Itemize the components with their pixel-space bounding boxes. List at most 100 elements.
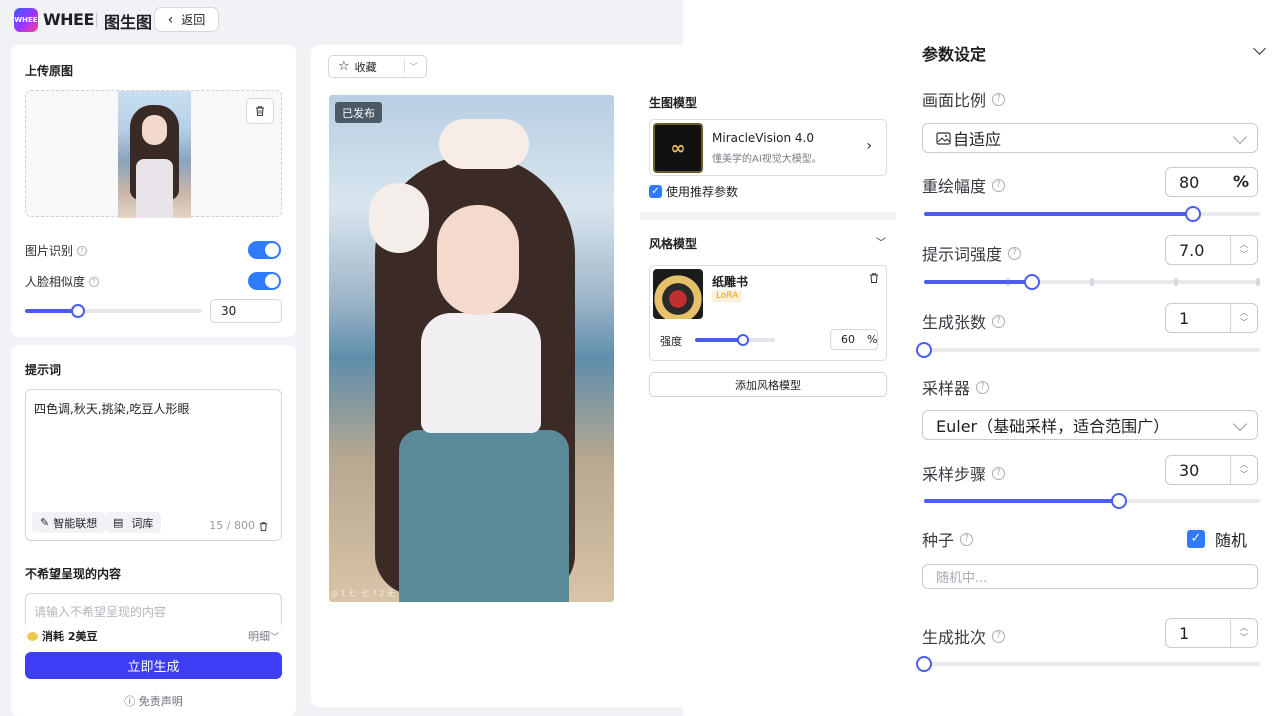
batch-row: 生成批次 ? — [922, 624, 1006, 648]
published-badge: 已发布 — [335, 102, 382, 123]
face-similarity-slider[interactable] — [25, 304, 202, 318]
upload-dropzone[interactable] — [25, 90, 282, 218]
cost-detail-dropdown[interactable]: 明细﹀ — [248, 628, 279, 644]
stepper-arrows-icon[interactable]: ︿ ﹀ — [1230, 236, 1257, 264]
sampler-select[interactable]: Euler（基础采样，适合范围广） — [922, 410, 1258, 440]
chevron-down-icon[interactable]: ﹀ — [403, 60, 418, 73]
prompt-strength-label: 提示词强度 — [922, 245, 1003, 264]
help-icon[interactable]: ? — [992, 314, 1006, 328]
bean-icon — [27, 631, 38, 641]
count-input[interactable]: 1 ︿ ﹀ — [1165, 303, 1258, 333]
info-icon: ⓘ — [124, 695, 136, 708]
prompt-strength-row: 提示词强度 ? — [922, 241, 1022, 265]
steps-value: 30 — [1179, 460, 1200, 480]
result-image[interactable]: 已发布 ◎ 1 七 ·七 7 2 无 — [329, 95, 614, 602]
prompt-strength-value: 7.0 — [1179, 240, 1205, 260]
help-icon[interactable]: ? — [992, 629, 1006, 643]
prompt-textarea[interactable]: 四色调,秋天,挑染,吃豆人形眼 ✎ 智能联想 ▤ 词库 15 / 800 — [25, 389, 282, 541]
slider-fill — [924, 280, 1032, 284]
image-recognition-toggle[interactable] — [248, 241, 281, 259]
seed-random-checkbox[interactable]: ✓ 随机 — [1187, 527, 1247, 551]
favorite-button[interactable]: ☆ 收藏 ﹀ — [328, 55, 427, 78]
use-recommended-checkbox[interactable]: ✓ 使用推荐参数 — [649, 183, 738, 200]
help-icon[interactable]: ? — [992, 92, 1006, 106]
aspect-ratio-row: 画面比例 ? — [922, 87, 1006, 111]
cost-label: 消耗 2美豆 — [42, 630, 98, 643]
thumb-dress — [136, 159, 173, 218]
wand-icon: ✎ — [40, 516, 50, 529]
steps-slider[interactable] — [924, 493, 1260, 509]
seed-random-label: 随机 — [1215, 531, 1248, 550]
slider-fill — [924, 499, 1119, 503]
style-model-title: 风格模型 — [649, 237, 698, 251]
strength-label: 强度 — [660, 335, 682, 348]
help-icon[interactable]: ? — [960, 532, 974, 546]
strength-input[interactable]: 60 % — [830, 329, 878, 350]
top-bar: WHEE WHEE 图生图 ‹ 返回 — [0, 0, 683, 40]
help-icon[interactable]: ? — [992, 178, 1006, 192]
help-icon[interactable]: ? — [976, 380, 990, 394]
aspect-ratio-select[interactable]: 自适应 — [922, 123, 1258, 153]
batch-slider[interactable] — [916, 656, 1260, 672]
slider-knob[interactable] — [71, 304, 86, 318]
generate-button[interactable]: 立即生成 — [25, 652, 282, 679]
logo[interactable]: WHEE — [14, 8, 38, 32]
steps-input[interactable]: 30 ︿ ﹀ — [1165, 455, 1258, 485]
face-similarity-input[interactable]: 30 — [210, 299, 282, 323]
trash-icon[interactable] — [868, 272, 880, 284]
help-icon[interactable]: ? — [89, 276, 100, 287]
disclaimer-link[interactable]: ⓘ 免责声明 — [11, 693, 296, 709]
star-icon: ☆ — [338, 59, 350, 74]
strength-unit: % — [867, 333, 878, 346]
style-model-card[interactable]: 纸雕书 LoRA 强度 60 % — [649, 265, 887, 361]
book-icon: ▤ — [113, 516, 124, 529]
divider — [640, 212, 896, 220]
smart-suggest-button[interactable]: ✎ 智能联想 — [32, 512, 106, 533]
model-selector[interactable]: ∞ MiracleVision 4.0 懂美学的AI视觉大模型。 › — [649, 119, 887, 176]
back-button[interactable]: ‹ 返回 — [154, 7, 219, 32]
trash-icon — [256, 106, 264, 116]
seed-input[interactable]: 随机中... — [922, 564, 1258, 589]
slider-fill — [924, 212, 1193, 216]
delete-image-button[interactable] — [246, 98, 274, 124]
prompt-strength-input[interactable]: 7.0 ︿ ﹀ — [1165, 235, 1258, 265]
slider-knob[interactable] — [1023, 274, 1040, 290]
trash-icon[interactable] — [258, 521, 269, 532]
strength-slider[interactable] — [695, 334, 775, 346]
slider-knob[interactable] — [1184, 206, 1201, 222]
chevron-down-icon[interactable] — [1253, 42, 1266, 55]
batch-input[interactable]: 1 ︿ ﹀ — [1165, 618, 1258, 648]
slider-knob[interactable] — [1110, 493, 1127, 509]
app-area: WHEE WHEE 图生图 ‹ 返回 上传原图 图片识别 ? 人脸相似度 ? 3… — [0, 0, 683, 716]
help-icon[interactable]: ? — [77, 245, 88, 256]
chevron-down-icon: ﹀ — [270, 633, 280, 643]
stepper-arrows-icon[interactable]: ︿ ﹀ — [1230, 619, 1257, 647]
help-icon[interactable]: ? — [992, 466, 1006, 480]
batch-value: 1 — [1179, 623, 1190, 643]
prompt-strength-slider[interactable] — [924, 274, 1260, 290]
image-icon — [936, 131, 951, 145]
chevron-down-icon[interactable]: ﹀ — [876, 234, 886, 249]
slider-knob[interactable] — [737, 334, 749, 346]
ri-blouse — [421, 313, 541, 433]
redraw-input[interactable]: 80 % — [1165, 167, 1258, 197]
help-icon[interactable]: ? — [1008, 246, 1022, 260]
negative-prompt-input[interactable]: 请输入不希望呈现的内容 — [25, 593, 282, 625]
tick-mark — [1174, 278, 1178, 286]
batch-label: 生成批次 — [922, 628, 987, 647]
add-style-model-button[interactable]: 添加风格模型 — [649, 372, 887, 397]
word-library-button[interactable]: ▤ 词库 — [105, 512, 162, 533]
slider-knob[interactable] — [916, 342, 932, 358]
ri-face — [437, 205, 519, 315]
model-icon: ∞ — [653, 123, 703, 173]
redraw-value: 80 — [1179, 172, 1200, 192]
page-title: 图生图 — [104, 13, 153, 32]
count-slider[interactable] — [916, 342, 1260, 358]
stepper-arrows-icon[interactable]: ︿ ﹀ — [1230, 304, 1257, 332]
steps-label: 采样步骤 — [922, 465, 987, 484]
count-label: 生成张数 — [922, 313, 987, 332]
face-similarity-toggle[interactable] — [248, 272, 281, 290]
slider-knob[interactable] — [916, 656, 932, 672]
redraw-slider[interactable] — [924, 206, 1260, 222]
stepper-arrows-icon[interactable]: ︿ ﹀ — [1230, 456, 1257, 484]
